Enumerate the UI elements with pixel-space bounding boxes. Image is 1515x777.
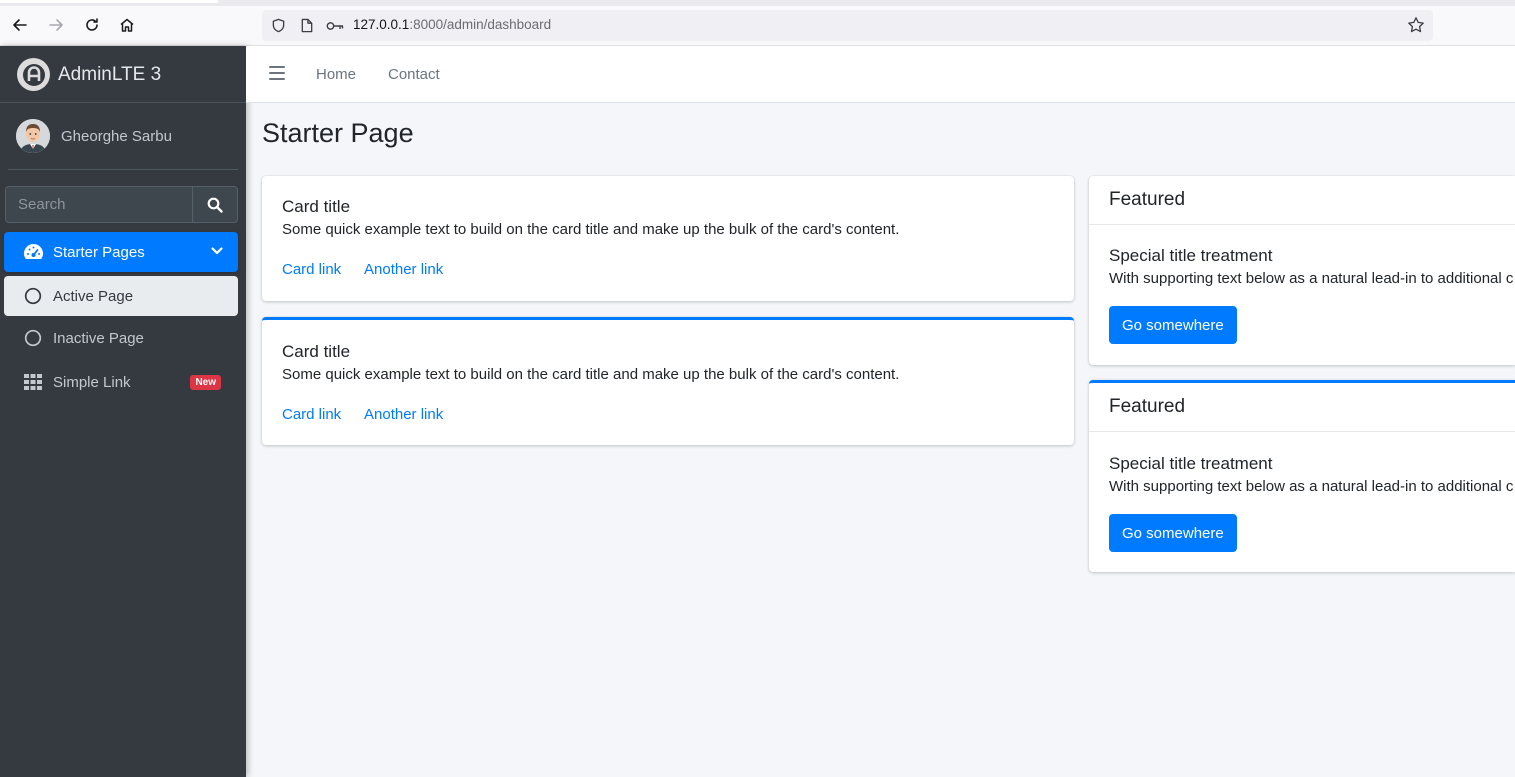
shield-icon[interactable] bbox=[270, 17, 287, 34]
card-title: Special title treatment bbox=[1109, 246, 1273, 265]
card-link[interactable]: Card link bbox=[282, 261, 341, 278]
featured-card: Featured Special title treatment With su… bbox=[1089, 176, 1515, 365]
browser-tabstrip bbox=[0, 0, 1515, 6]
browser-toolbar: 127.0.0.1:8000/admin/dashboard bbox=[0, 0, 1515, 46]
card-title: Card title bbox=[282, 197, 351, 216]
reload-icon[interactable] bbox=[81, 14, 103, 36]
tachometer-icon bbox=[22, 241, 44, 263]
browser-tab[interactable] bbox=[0, 0, 218, 3]
sidebar-divider bbox=[8, 169, 238, 170]
home-icon[interactable] bbox=[116, 14, 138, 36]
featured-card-outline-primary: Featured Special title treatment With su… bbox=[1089, 380, 1515, 572]
circle-icon bbox=[22, 327, 44, 349]
card-text: With supporting text below as a natural … bbox=[1109, 270, 1514, 287]
new-badge: New bbox=[190, 375, 221, 390]
hamburger-menu-icon[interactable] bbox=[269, 66, 285, 80]
card-link[interactable]: Card link bbox=[282, 406, 341, 423]
card-text: Some quick example text to build on the … bbox=[282, 366, 900, 383]
top-navbar: Home Contact bbox=[246, 46, 1515, 103]
key-icon[interactable] bbox=[325, 17, 345, 34]
sidebar-search bbox=[5, 186, 238, 223]
card-outline-primary: Card title Some quick example text to bu… bbox=[262, 317, 1074, 445]
go-somewhere-button[interactable]: Go somewhere bbox=[1109, 514, 1237, 552]
card-text: With supporting text below as a natural … bbox=[1109, 478, 1514, 495]
nav-link-contact[interactable]: Contact bbox=[388, 66, 440, 83]
another-link[interactable]: Another link bbox=[364, 261, 443, 278]
avatar[interactable] bbox=[16, 119, 50, 153]
forward-icon[interactable] bbox=[45, 14, 67, 36]
chevron-down-icon bbox=[211, 247, 223, 255]
sidebar-item-starter-pages[interactable]: Starter Pages bbox=[4, 232, 238, 272]
search-input[interactable] bbox=[6, 187, 193, 222]
grid-icon bbox=[22, 371, 44, 393]
page-title: Starter Page bbox=[262, 118, 414, 148]
page-icon[interactable] bbox=[298, 17, 315, 34]
sidebar-item-label: Simple Link bbox=[53, 373, 131, 391]
sidebar-item-simple-link[interactable]: Simple Link New bbox=[4, 362, 238, 402]
card-header: Featured bbox=[1089, 176, 1515, 225]
brand-title: AdminLTE 3 bbox=[58, 64, 162, 85]
nav-link-home[interactable]: Home bbox=[316, 66, 356, 83]
card-header-title: Featured bbox=[1109, 396, 1186, 417]
search-button[interactable] bbox=[192, 187, 237, 222]
back-icon[interactable] bbox=[9, 14, 31, 36]
sidebar-item-active-page[interactable]: Active Page bbox=[4, 276, 238, 316]
card-text: Some quick example text to build on the … bbox=[282, 221, 900, 238]
card-header: Featured bbox=[1089, 383, 1515, 432]
card-header-title: Featured bbox=[1109, 189, 1186, 210]
user-panel: Gheorghe Sarbu bbox=[0, 103, 246, 170]
circle-icon bbox=[22, 285, 44, 307]
go-somewhere-button[interactable]: Go somewhere bbox=[1109, 306, 1237, 344]
sidebar-item-label: Active Page bbox=[53, 287, 134, 305]
card-title: Card title bbox=[282, 342, 351, 361]
card: Card title Some quick example text to bu… bbox=[262, 176, 1074, 301]
another-link[interactable]: Another link bbox=[364, 406, 443, 423]
user-name[interactable]: Gheorghe Sarbu bbox=[61, 128, 172, 145]
card-title: Special title treatment bbox=[1109, 454, 1273, 473]
sidebar: AdminLTE 3 Gheorghe Sarbu Search Starter… bbox=[0, 46, 246, 777]
bookmark-star-icon[interactable] bbox=[1407, 16, 1425, 34]
adminlte-logo-icon bbox=[17, 58, 50, 91]
sidebar-item-label: Starter Pages bbox=[53, 243, 145, 261]
brand-link[interactable]: AdminLTE 3 bbox=[0, 46, 246, 103]
url-bar[interactable]: 127.0.0.1:8000/admin/dashboard bbox=[262, 10, 1433, 41]
url-text[interactable]: 127.0.0.1:8000/admin/dashboard bbox=[353, 17, 551, 32]
sidebar-item-label: Inactive Page bbox=[53, 329, 144, 347]
sidebar-item-inactive-page[interactable]: Inactive Page bbox=[4, 318, 238, 358]
search-icon bbox=[207, 197, 223, 213]
